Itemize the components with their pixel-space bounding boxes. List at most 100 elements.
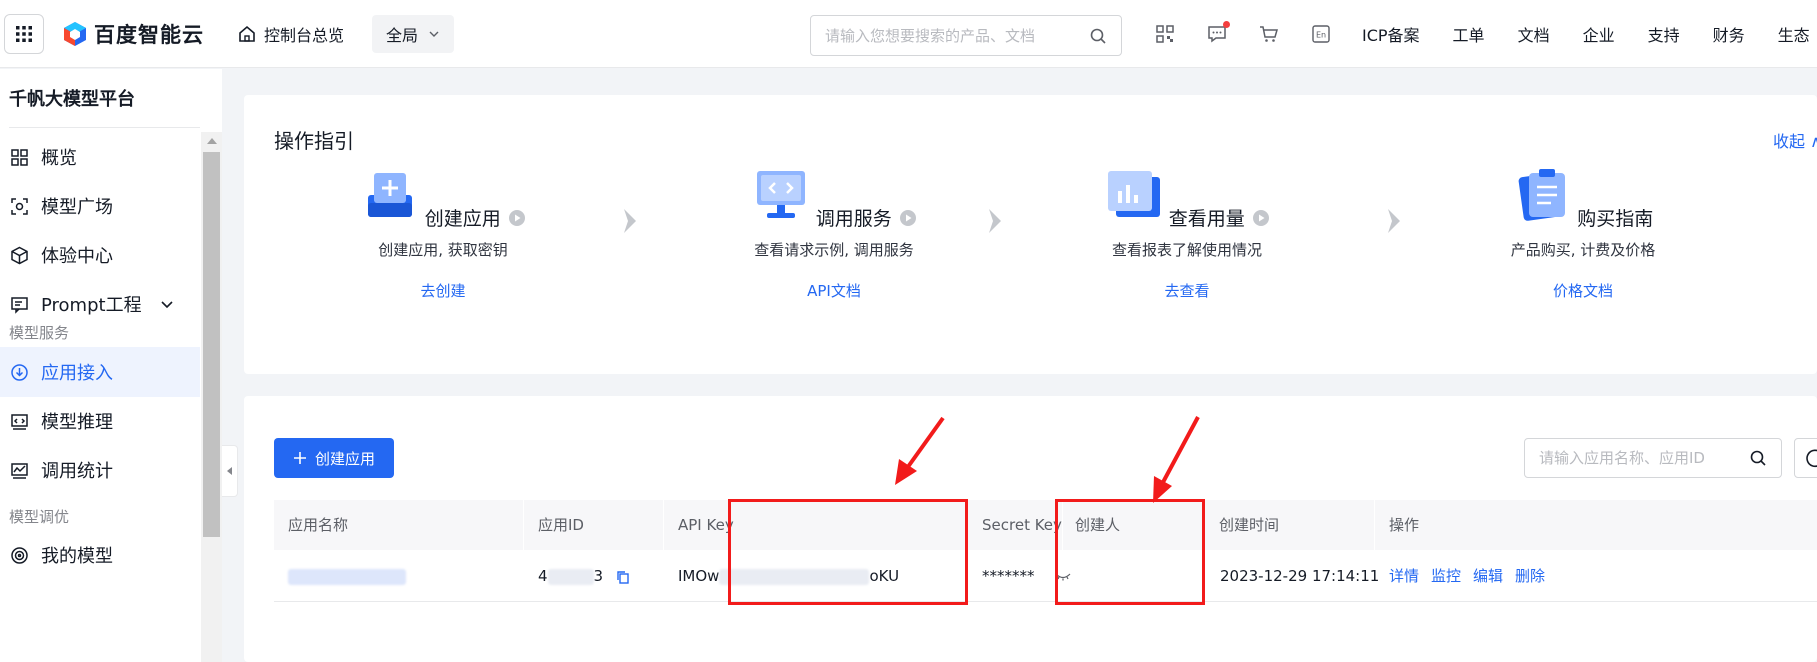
step-arrow-icon: [989, 209, 1001, 233]
scroll-up-arrow[interactable]: [207, 138, 217, 144]
step-link-view[interactable]: 去查看: [1037, 280, 1337, 301]
search-icon[interactable]: [1089, 27, 1107, 45]
secret-key-masked: *******: [982, 567, 1035, 585]
step-desc: 产品购买, 计费及价格: [1510, 241, 1656, 259]
console-overview-link[interactable]: 控制台总览: [238, 22, 344, 46]
grid-icon: [11, 148, 28, 166]
brand-name: 百度智能云: [94, 22, 204, 47]
app-search-input[interactable]: [1539, 449, 1749, 467]
nav-ticket[interactable]: 工单: [1453, 22, 1485, 46]
app-name-cell[interactable]: [288, 550, 406, 602]
app-id-cell: 43: [538, 550, 630, 602]
app-id-suffix: 3: [593, 567, 604, 585]
operations-cell: 详情 监控 编辑 删除: [1389, 550, 1557, 602]
platform-title: 千帆大模型平台: [9, 89, 135, 110]
copy-icon[interactable]: [616, 570, 630, 584]
op-delete-link[interactable]: 删除: [1515, 567, 1545, 585]
top-icon-group: En: [1155, 21, 1363, 44]
create-app-label: 创建应用: [314, 449, 375, 468]
table-header: 应用名称 应用ID API Key Secret Key 创建人 创建时间 操作: [274, 500, 1817, 550]
sidebar-item-overview[interactable]: 概览: [0, 133, 200, 181]
step-desc: 查看请求示例, 调用服务: [754, 241, 914, 259]
step-arrow-icon: [1388, 209, 1400, 233]
col-divider: [523, 500, 524, 550]
refresh-button[interactable]: [1794, 438, 1817, 478]
global-search: [810, 15, 1122, 56]
sidebar-group-model-service: 模型服务: [9, 324, 70, 342]
sidebar-scrollbar[interactable]: [201, 132, 222, 662]
download-circle-icon: [11, 363, 28, 381]
qrcode-icon[interactable]: [1155, 24, 1175, 44]
sidebar-item-label: 模型广场: [41, 197, 113, 218]
message-icon[interactable]: [1207, 21, 1230, 44]
brand-logo[interactable]: 百度智能云: [62, 19, 204, 49]
scrollbar-thumb[interactable]: [203, 152, 220, 537]
nav-icp[interactable]: ICP备案: [1362, 22, 1420, 46]
col-operations: 操作: [1389, 516, 1420, 534]
global-search-input[interactable]: [825, 26, 1089, 45]
col-secret-key: Secret Key: [982, 516, 1062, 534]
sidebar-item-my-models[interactable]: 我的模型: [0, 531, 200, 579]
nav-support[interactable]: 支持: [1648, 22, 1680, 46]
play-video-icon[interactable]: [508, 209, 526, 227]
search-icon[interactable]: [1749, 449, 1767, 467]
op-details-link[interactable]: 详情: [1389, 567, 1419, 585]
sidebar-item-experience[interactable]: 体验中心: [0, 231, 200, 279]
notification-dot: [1223, 21, 1230, 28]
api-key-prefix: IMOw: [678, 567, 720, 585]
create-app-button[interactable]: 创建应用: [274, 438, 394, 478]
top-nav: ICP备案 工单 文档 企业 支持 财务 生态: [1362, 0, 1817, 68]
call-service-illustration-icon: [757, 171, 806, 218]
sidebar-item-label: 模型推理: [41, 412, 113, 433]
op-monitor-link[interactable]: 监控: [1431, 567, 1461, 585]
collapse-label: 收起: [1773, 132, 1806, 151]
language-icon[interactable]: En: [1311, 24, 1331, 44]
app-search: [1524, 438, 1782, 478]
sidebar-item-prompt[interactable]: Prompt工程: [0, 280, 200, 328]
region-select[interactable]: 全局: [372, 14, 455, 53]
step-name: 购买指南: [1577, 208, 1654, 230]
col-app-id: 应用ID: [538, 516, 584, 534]
col-app-name: 应用名称: [288, 516, 349, 534]
cube-icon: [11, 246, 28, 264]
op-edit-link[interactable]: 编辑: [1473, 567, 1503, 585]
api-key-highlight-box: [728, 499, 968, 605]
guide-title: 操作指引: [274, 129, 354, 153]
view-usage-illustration-icon: [1108, 171, 1161, 217]
code-window-icon: [11, 413, 28, 430]
nav-ecosystem[interactable]: 生态: [1778, 22, 1810, 46]
target-icon: [11, 546, 28, 564]
step-link-create[interactable]: 去创建: [293, 280, 593, 301]
play-video-icon[interactable]: [899, 209, 917, 227]
console-overview-label: 控制台总览: [264, 25, 345, 45]
created-time-cell: 2023-12-29 17:14:11: [1220, 567, 1380, 585]
sidebar-item-model-inference[interactable]: 模型推理: [0, 397, 200, 445]
chevron-down-icon: [429, 31, 439, 37]
guide-collapse-link[interactable]: 收起 ∧: [1773, 128, 1817, 152]
sidebar-item-call-stats[interactable]: 调用统计: [0, 446, 200, 494]
nav-enterprise[interactable]: 企业: [1583, 22, 1615, 46]
guide-step-call-service: 调用服务 查看请求示例, 调用服务 API文档: [684, 165, 984, 301]
guide-step-create-app: 创建应用 创建应用, 获取密钥 去创建: [293, 165, 593, 301]
cart-icon[interactable]: [1259, 24, 1279, 44]
model-icon: [11, 197, 28, 215]
step-link-api-docs[interactable]: API文档: [684, 280, 984, 301]
sidebar-collapse-handle[interactable]: [222, 445, 238, 497]
app-list-card: 创建应用 应用名称 应用ID API Key Secret Key 创建人 创建…: [244, 396, 1817, 662]
plus-icon: [293, 452, 306, 464]
sidebar-item-label: 概览: [41, 148, 77, 169]
nav-finance[interactable]: 财务: [1713, 22, 1745, 46]
product-menu-button[interactable]: [4, 13, 44, 54]
sidebar-item-model-square[interactable]: 模型广场: [0, 182, 200, 230]
step-desc: 查看报表了解使用情况: [1111, 241, 1262, 259]
nav-docs[interactable]: 文档: [1518, 22, 1550, 46]
play-video-icon[interactable]: [1252, 209, 1270, 227]
sidebar-item-app-access[interactable]: 应用接入: [0, 347, 200, 397]
redacted-app-id: [547, 568, 594, 585]
secret-key-highlight-box: [1055, 499, 1205, 605]
step-desc: 创建应用, 获取密钥: [378, 241, 508, 259]
red-arrow-api-key-icon: [895, 416, 945, 485]
col-divider: [1374, 500, 1375, 550]
region-label: 全局: [386, 25, 419, 45]
step-link-pricing[interactable]: 价格文档: [1433, 280, 1733, 301]
